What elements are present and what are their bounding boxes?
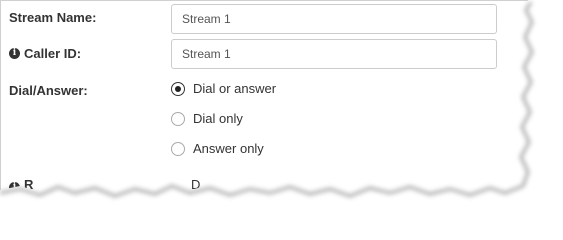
- caller-id-label-group: i Caller ID:: [9, 46, 81, 61]
- dial-answer-label: Dial/Answer:: [9, 83, 88, 98]
- stream-name-input[interactable]: [171, 4, 497, 34]
- radio-button[interactable]: [171, 141, 185, 156]
- stream-name-label: Stream Name:: [9, 10, 97, 25]
- stream-settings-form: Stream Name: i Caller ID: Dial/Answer: D…: [0, 0, 541, 201]
- caller-id-input[interactable]: [171, 39, 497, 69]
- radio-dial-only[interactable]: Dial only: [171, 111, 243, 126]
- radio-button[interactable]: [171, 111, 185, 126]
- info-icon: i: [9, 182, 20, 193]
- radio-answer-only[interactable]: Answer only: [171, 141, 264, 156]
- cut-off-row-label: iR: [9, 177, 33, 193]
- radio-button-selected[interactable]: [171, 81, 185, 96]
- radio-label: Dial only: [193, 111, 243, 126]
- caller-id-label: Caller ID:: [24, 46, 82, 61]
- radio-label: Answer only: [193, 141, 264, 156]
- cut-off-row-value: D: [191, 177, 201, 192]
- radio-dial-or-answer[interactable]: Dial or answer: [171, 81, 276, 96]
- info-icon: i: [9, 48, 20, 59]
- radio-label: Dial or answer: [193, 81, 277, 96]
